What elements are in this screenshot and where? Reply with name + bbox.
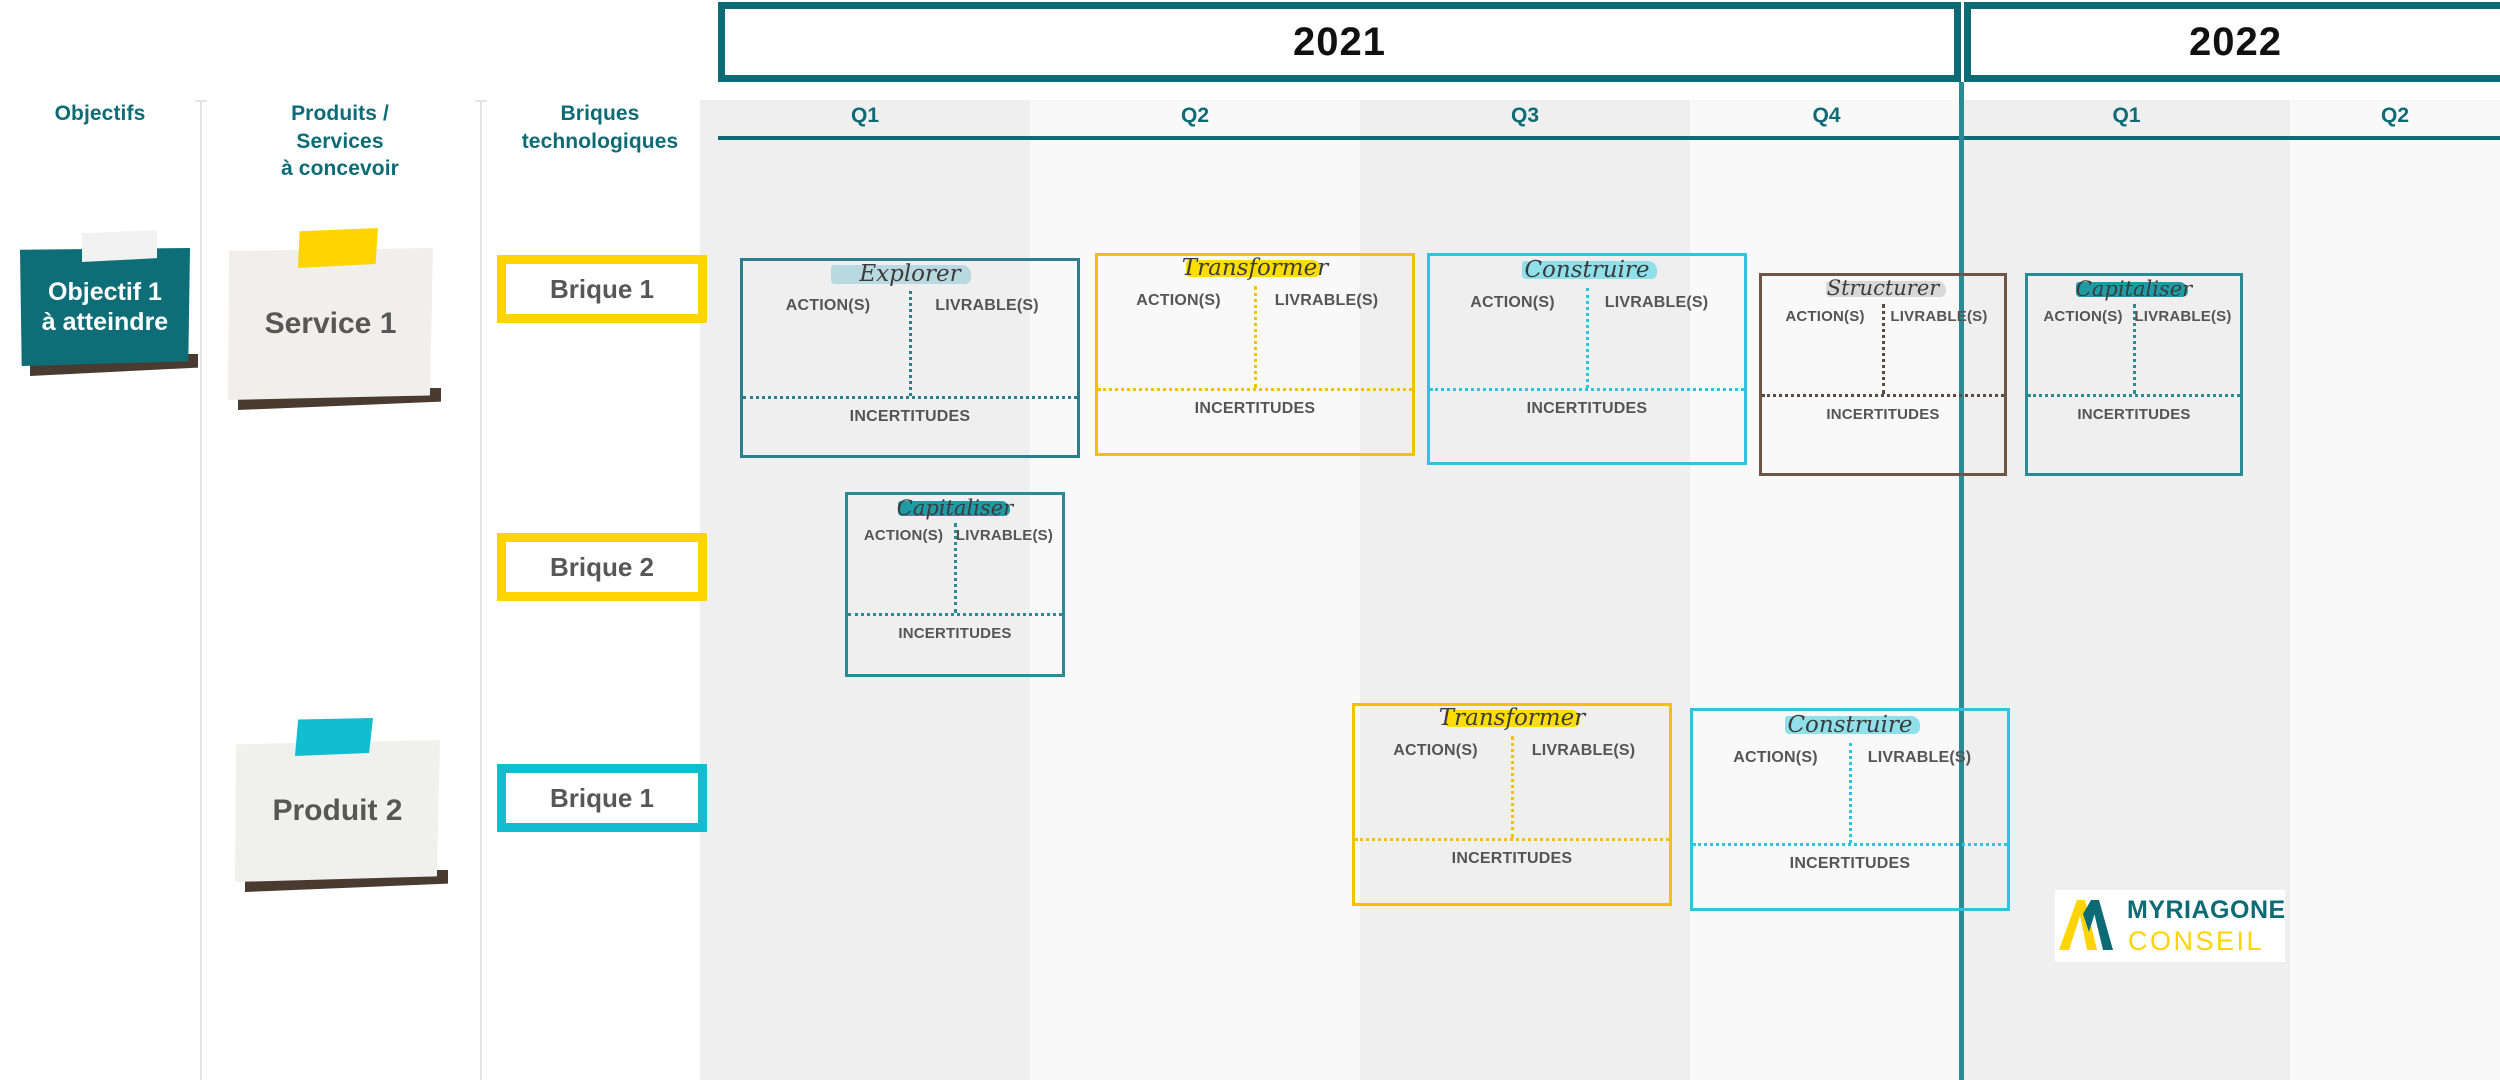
card-actions-label: ACTION(S) — [785, 297, 871, 314]
card-title: Explorer — [859, 261, 961, 287]
brique-box-3[interactable]: Brique 1 — [497, 764, 707, 832]
note-objectif-1[interactable]: Objectif 1 à atteindre — [20, 230, 198, 376]
quarter-label-2021-q1: Q1 — [850, 104, 879, 127]
card-horizontal-divider — [743, 396, 1077, 399]
card-actions-label: ACTION(S) — [863, 527, 944, 544]
card-title: Capitaliser — [2075, 277, 2193, 301]
card-livrables-label: LIVRABLE(S) — [1531, 742, 1636, 759]
phase-card-capitaliser-r1[interactable]: Capitaliser ACTION(S) LIVRABLE(S) INCERT… — [2025, 273, 2243, 476]
card-title: Capitaliser — [896, 496, 1014, 520]
card-horizontal-divider — [1430, 388, 1744, 391]
card-title: Structurer — [1826, 276, 1940, 300]
column-title-briques: Briques technologiques — [521, 102, 679, 153]
card-incertitudes-label: INCERTITUDES — [1451, 850, 1573, 867]
card-horizontal-divider — [2028, 394, 2240, 397]
card-livrables-label: LIVRABLE(S) — [955, 527, 1054, 544]
note-paper: Produit 2 — [235, 740, 440, 882]
logo-myriagone-conseil: MYRIAGONE CONSEIL — [2055, 890, 2285, 962]
phase-card-construire-r1[interactable]: Construire ACTION(S) LIVRABLE(S) INCERTI… — [1427, 253, 1747, 465]
logo-subtitle: CONSEIL — [2128, 926, 2265, 956]
quarter-label-2021-q2: Q2 — [1180, 104, 1209, 127]
card-title: Construire — [1787, 712, 1913, 738]
note-service-1[interactable]: Service 1 — [228, 228, 441, 410]
card-livrables-label: LIVRABLE(S) — [1890, 308, 1988, 325]
phase-card-transformer-r1[interactable]: Transformer ACTION(S) LIVRABLE(S) INCERT… — [1095, 253, 1415, 456]
card-incertitudes-label: INCERTITUDES — [898, 625, 1012, 642]
phase-card-construire-r3[interactable]: Construire ACTION(S) LIVRABLE(S) INCERTI… — [1690, 708, 2010, 911]
brique-label: Brique 2 — [549, 551, 655, 582]
card-actions-label: ACTION(S) — [1733, 749, 1818, 766]
brique-box-1[interactable]: Brique 1 — [497, 255, 707, 323]
brique-box-2[interactable]: Brique 2 — [497, 533, 707, 601]
card-horizontal-divider — [1098, 388, 1412, 391]
quarter-label-2021-q3: Q3 — [1510, 104, 1539, 127]
note-label: Produit 2 — [272, 794, 403, 827]
note-label: Service 1 — [264, 307, 397, 340]
year-split-line — [1959, 82, 1964, 1080]
card-actions-label: ACTION(S) — [1470, 294, 1555, 311]
card-horizontal-divider — [1762, 394, 2004, 397]
column-title-produits: Produits / Services à concevoir — [281, 102, 399, 181]
year-label: 2022 — [2189, 19, 2282, 64]
card-actions-label: ACTION(S) — [1136, 292, 1221, 309]
quarter-band-2021-q2 — [1030, 100, 1360, 1080]
card-actions-label: ACTION(S) — [2043, 308, 2123, 325]
card-incertitudes-label: INCERTITUDES — [1194, 400, 1316, 417]
note-label: Objectif 1 à atteindre — [41, 278, 169, 336]
brique-label: Brique 1 — [549, 273, 655, 304]
quarter-label-2022-q2: Q2 — [2380, 104, 2409, 127]
note-tape — [295, 718, 373, 756]
card-actions-label: ACTION(S) — [1785, 308, 1865, 325]
card-incertitudes-label: INCERTITUDES — [1789, 855, 1911, 872]
card-livrables-label: LIVRABLE(S) — [1274, 292, 1379, 309]
note-tape — [82, 230, 157, 262]
year-label: 2021 — [1293, 19, 1386, 64]
quarter-band-2021-q3 — [1360, 100, 1690, 1080]
note-paper: Objectif 1 à atteindre — [20, 248, 190, 366]
card-title: Transformer — [1181, 255, 1329, 281]
card-incertitudes-label: INCERTITUDES — [1826, 406, 1940, 423]
card-incertitudes-label: INCERTITUDES — [849, 408, 971, 425]
card-title: Transformer — [1438, 705, 1586, 731]
note-produit-2[interactable]: Produit 2 — [235, 718, 448, 892]
card-horizontal-divider — [1355, 838, 1669, 841]
quarter-label-2022-q1: Q1 — [2112, 104, 2141, 127]
card-incertitudes-label: INCERTITUDES — [2077, 406, 2191, 423]
quarter-underline — [718, 136, 2500, 140]
brique-label: Brique 1 — [549, 782, 655, 813]
card-livrables-label: LIVRABLE(S) — [2134, 308, 2232, 325]
card-livrables-label: LIVRABLE(S) — [935, 297, 1039, 314]
note-tape — [298, 228, 378, 268]
quarter-band-2021-q4 — [1690, 100, 1963, 1080]
phase-card-structurer-r1[interactable]: Structurer ACTION(S) LIVRABLE(S) INCERTI… — [1759, 273, 2007, 476]
year-header-2022: 2022 — [1964, 2, 2500, 82]
year-header-2021: 2021 — [718, 2, 1961, 82]
quarter-band-2022-q2 — [2290, 100, 2500, 1080]
card-horizontal-divider — [848, 613, 1062, 616]
quarter-label-2021-q4: Q4 — [1812, 104, 1841, 127]
phase-card-capitaliser-r2[interactable]: Capitaliser ACTION(S) LIVRABLE(S) INCERT… — [845, 492, 1065, 677]
card-actions-label: ACTION(S) — [1393, 742, 1478, 759]
logo-title: MYRIAGONE — [2127, 896, 2286, 924]
card-incertitudes-label: INCERTITUDES — [1526, 400, 1648, 417]
panel-divider-2 — [475, 100, 487, 1080]
phase-card-transformer-r3[interactable]: Transformer ACTION(S) LIVRABLE(S) INCERT… — [1352, 703, 1672, 906]
card-title: Construire — [1524, 257, 1650, 283]
phase-card-explorer-r1[interactable]: Explorer ACTION(S) LIVRABLE(S) INCERTITU… — [740, 258, 1080, 458]
card-livrables-label: LIVRABLE(S) — [1604, 294, 1709, 311]
card-horizontal-divider — [1693, 843, 2007, 846]
panel-divider-1 — [195, 100, 207, 1080]
card-livrables-label: LIVRABLE(S) — [1867, 749, 1972, 766]
note-paper: Service 1 — [228, 248, 433, 400]
column-title-objectifs: Objectifs — [54, 102, 146, 125]
myriagone-mark-icon — [2059, 900, 2113, 950]
